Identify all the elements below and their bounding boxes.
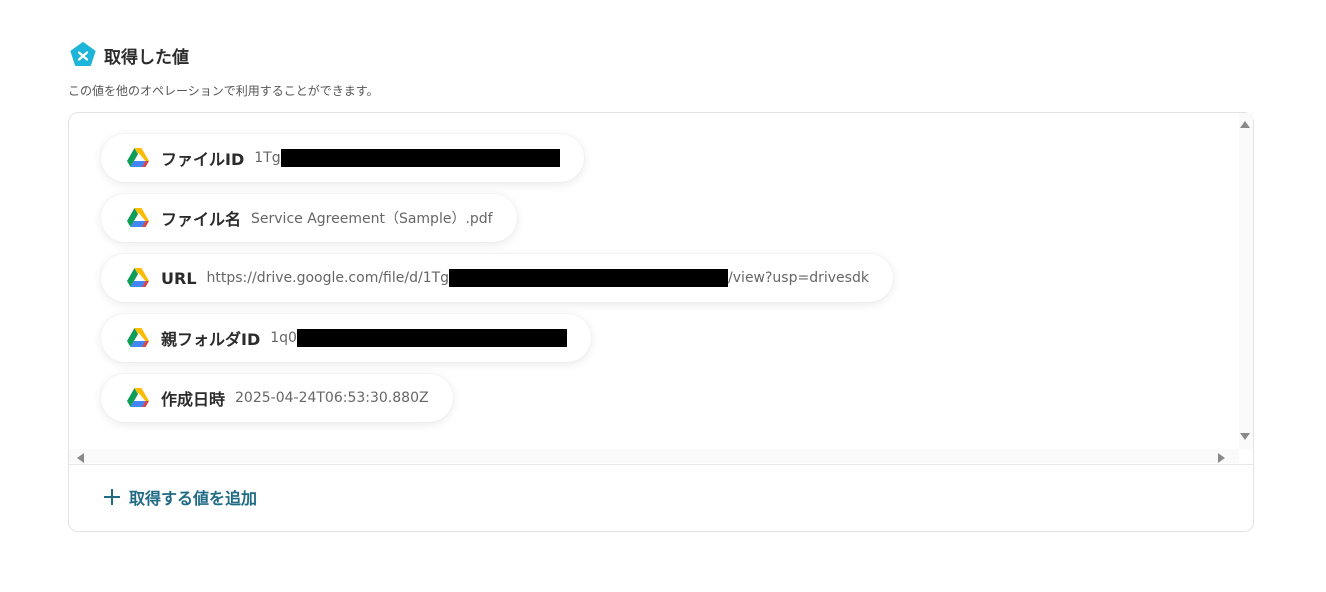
values-scroll-area: ファイルID 1Tg ファイル名 Service Agreement（Sampl… — [69, 113, 1253, 465]
add-value-label: 取得する値を追加 — [129, 489, 258, 508]
google-drive-icon — [127, 148, 149, 167]
add-value-button[interactable]: 取得する値を追加 — [103, 485, 257, 509]
yoom-logo-icon — [70, 42, 96, 68]
field-label: 親フォルダID — [161, 330, 261, 349]
field-value-text: Service Agreement（Sample）.pdf — [251, 211, 493, 227]
field-value: https://drive.google.com/file/d/1Tg /vie… — [207, 269, 869, 287]
field-label: 作成日時 — [161, 390, 226, 409]
redaction-bar — [296, 329, 567, 347]
field-value: 1q0 — [270, 329, 567, 347]
google-drive-icon — [127, 208, 149, 227]
page: 取得した値 この値を他のオペレーションで利用することができます。 ファイルID … — [0, 0, 1326, 592]
google-drive-icon — [127, 268, 149, 287]
scroll-right-arrow-icon[interactable] — [1218, 453, 1225, 463]
values-panel: ファイルID 1Tg ファイル名 Service Agreement（Sampl… — [68, 112, 1254, 532]
scroll-up-arrow-icon[interactable] — [1240, 121, 1250, 128]
value-chip-parent-folder-id[interactable]: 親フォルダID 1q0 — [101, 314, 591, 362]
field-value: 2025-04-24T06:53:30.880Z — [235, 390, 429, 406]
field-label: URL — [161, 268, 197, 288]
section-description: この値を他のオペレーションで利用することができます。 — [68, 84, 379, 98]
google-drive-icon — [127, 388, 149, 407]
plus-icon — [103, 488, 121, 506]
field-label: ファイル名 — [161, 210, 242, 229]
section-title: 取得した値 — [104, 47, 189, 68]
scroll-down-arrow-icon[interactable] — [1240, 433, 1250, 440]
horizontal-scrollbar[interactable] — [69, 449, 1239, 463]
field-value-text: 1Tg — [254, 150, 281, 166]
scroll-left-arrow-icon[interactable] — [77, 453, 84, 463]
field-value-text: 1q0 — [270, 330, 297, 346]
value-chip-file-id[interactable]: ファイルID 1Tg — [101, 134, 584, 182]
field-value-text: 2025-04-24T06:53:30.880Z — [235, 390, 429, 406]
redaction-bar — [449, 269, 729, 287]
section-header: 取得した値 — [70, 42, 189, 68]
field-value: 1Tg — [254, 149, 560, 167]
vertical-scrollbar[interactable] — [1239, 113, 1253, 449]
redaction-bar — [280, 149, 560, 167]
value-chip-url[interactable]: URL https://drive.google.com/file/d/1Tg … — [101, 254, 893, 302]
value-chip-created-at[interactable]: 作成日時 2025-04-24T06:53:30.880Z — [101, 374, 453, 422]
field-value-text: https://drive.google.com/file/d/1Tg — [206, 270, 450, 286]
field-value: Service Agreement（Sample）.pdf — [251, 208, 493, 228]
google-drive-icon — [127, 328, 149, 347]
field-label: ファイルID — [161, 150, 245, 169]
field-value-suffix: /view?usp=drivesdk — [728, 270, 869, 286]
value-chip-file-name[interactable]: ファイル名 Service Agreement（Sample）.pdf — [101, 194, 517, 242]
